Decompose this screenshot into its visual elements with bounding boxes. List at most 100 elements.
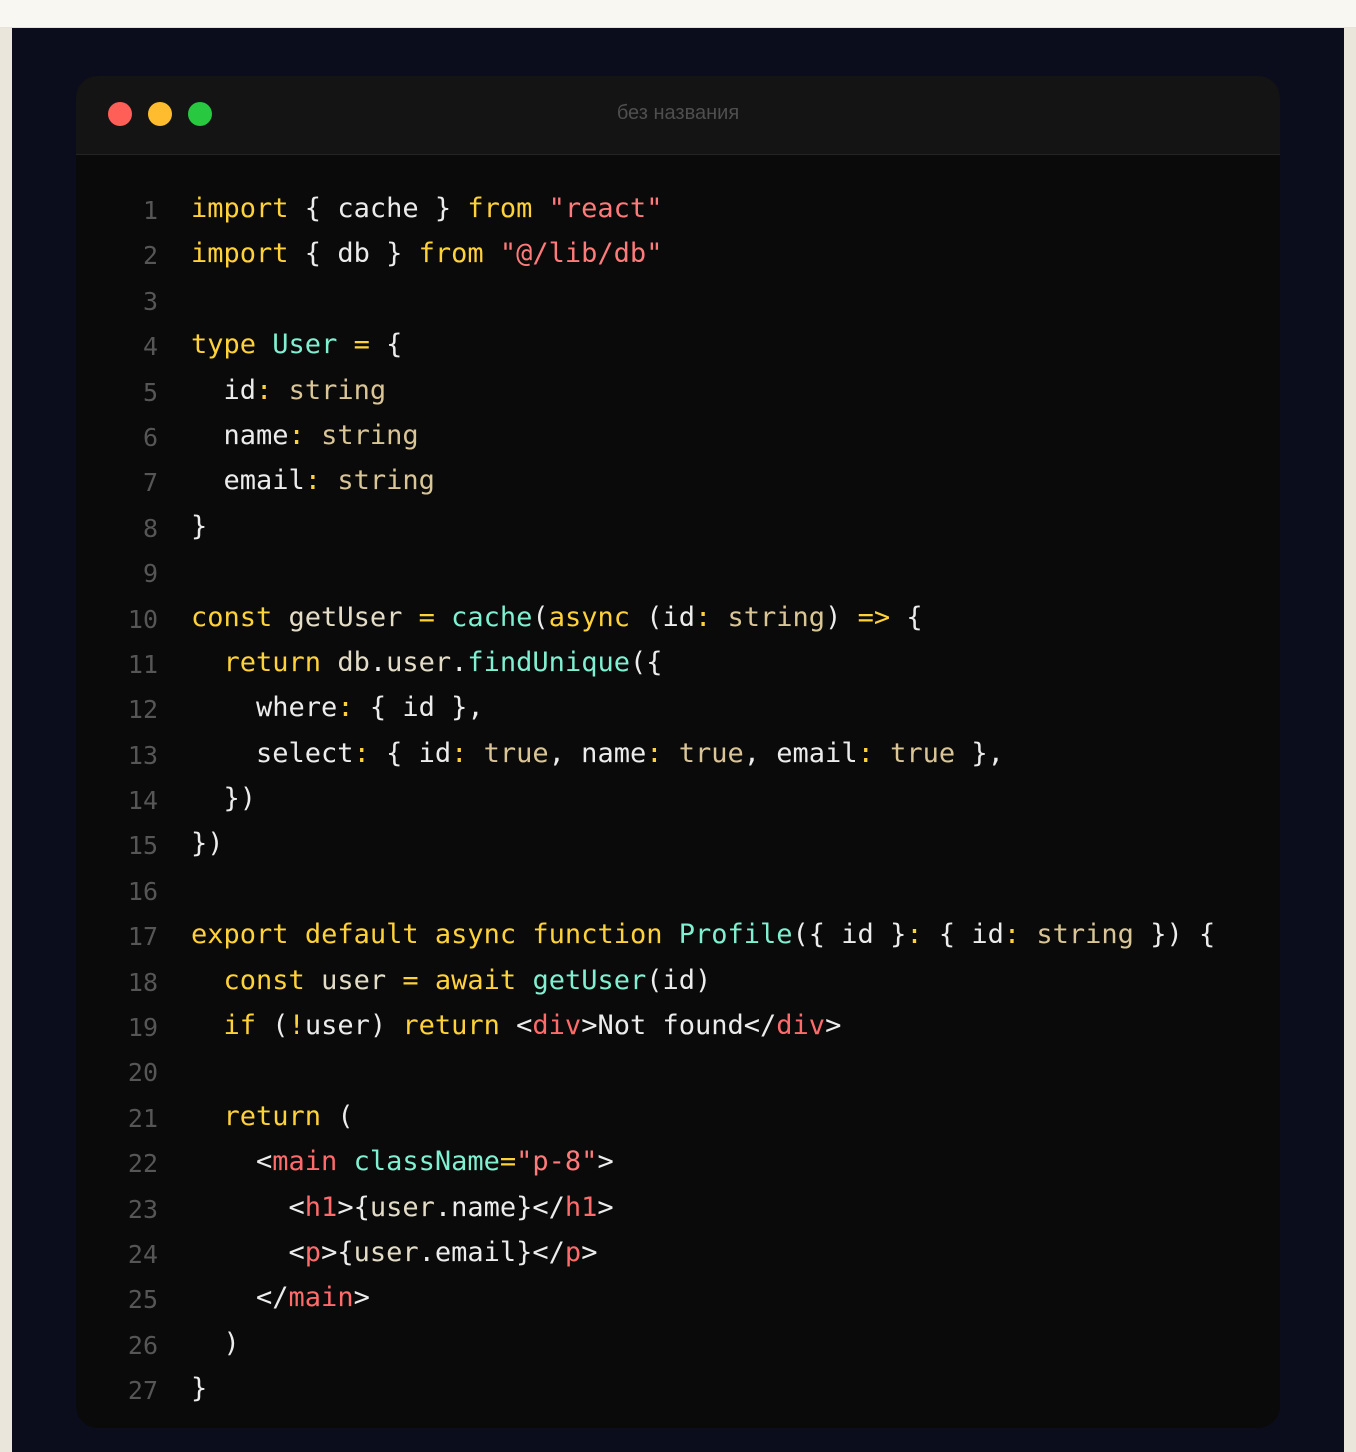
code-text: ) xyxy=(191,1328,240,1359)
code-token: getUser xyxy=(288,601,403,633)
code-line: 10 const getUser = cache(async (id: strin… xyxy=(76,597,1280,642)
line-number: 15 xyxy=(127,831,158,861)
code-token: "@/lib/db" xyxy=(499,238,663,270)
code-token: < xyxy=(191,1236,305,1268)
line-number: 20 xyxy=(127,1058,158,1088)
code-line: 24 <p>{user.email}</p> xyxy=(76,1232,1280,1277)
code-token: : xyxy=(857,737,874,769)
code-line: 15}) xyxy=(76,823,1280,868)
code-token: async xyxy=(548,601,630,633)
code-token: = xyxy=(418,601,435,633)
code-token: : xyxy=(288,419,305,451)
code-text: <p>{user.email}</p> xyxy=(191,1236,598,1268)
code-token: user xyxy=(321,964,387,996)
code-text: where: { id }, xyxy=(191,692,484,723)
code-text: id: string xyxy=(191,374,387,406)
code-line: 18 const user = await getUser(id) xyxy=(76,960,1280,1005)
code-line: 21 return ( xyxy=(76,1096,1280,1141)
code-token: h1 xyxy=(304,1191,338,1223)
code-line: 16 xyxy=(76,869,1280,914)
code-token: > xyxy=(581,1236,598,1268)
code-token: select xyxy=(191,737,354,769)
code-text: }) xyxy=(191,828,224,859)
code-token: ! xyxy=(288,1010,305,1042)
code-token: where xyxy=(191,692,338,724)
code-token: , email xyxy=(743,737,858,769)
code-token: main xyxy=(288,1282,354,1314)
code-token: = xyxy=(353,329,370,361)
code-token: getUser xyxy=(532,964,647,996)
code-token: < xyxy=(191,1146,273,1178)
code-token: (id xyxy=(629,601,695,633)
code-token: >{ xyxy=(337,1191,370,1223)
line-number: 18 xyxy=(127,967,158,997)
code-token: import xyxy=(191,238,289,270)
code-token: .email}</ xyxy=(418,1236,565,1268)
code-text: </main> xyxy=(191,1282,370,1313)
code-token: : xyxy=(256,374,273,406)
code-token: ( xyxy=(256,1010,289,1042)
code-line: 5 id: string xyxy=(76,370,1280,415)
code-text: const user = await getUser(id) xyxy=(191,964,712,996)
code-token: ) xyxy=(191,1327,240,1359)
code-token: async xyxy=(434,919,517,951)
code-token: default xyxy=(304,919,419,951)
code-token: => xyxy=(857,601,891,633)
code-line: 2 import { db } from "@/lib/db" xyxy=(76,233,1280,278)
code-window: без названия 1 import { cache } from "rea… xyxy=(76,76,1280,1428)
code-token: name xyxy=(191,419,289,451)
code-token: cache xyxy=(451,601,533,633)
code-token: await xyxy=(434,964,517,996)
code-editor[interactable]: 1 import { cache } from "react" 2 import { … xyxy=(76,188,1280,1414)
code-token: user) xyxy=(304,1010,403,1042)
code-token: string xyxy=(727,601,826,633)
code-token: > xyxy=(353,1282,370,1314)
line-number: 8 xyxy=(142,513,158,543)
code-token: string xyxy=(288,374,387,406)
code-token: : xyxy=(906,919,923,951)
code-token: return xyxy=(402,1010,500,1042)
code-line: 7 email: string xyxy=(76,460,1280,505)
line-number: 3 xyxy=(142,286,158,316)
line-number: 21 xyxy=(127,1103,158,1133)
top-bar xyxy=(0,0,1356,28)
code-token: if xyxy=(223,1010,257,1042)
line-number: 11 xyxy=(127,649,158,679)
code-text: return db.user.findUnique({ xyxy=(191,646,663,678)
code-line: 6 name: string xyxy=(76,415,1280,460)
code-line: 22 <main className="p-8"> xyxy=(76,1141,1280,1186)
code-text: <main className="p-8"> xyxy=(191,1146,614,1177)
code-token: p xyxy=(304,1236,322,1268)
code-token: = xyxy=(499,1146,517,1178)
code-token: < xyxy=(191,1191,305,1223)
code-token: User xyxy=(272,329,338,361)
code-token: findUnique xyxy=(467,646,630,678)
code-line: 4 type User = { xyxy=(76,324,1280,369)
code-token: (id) xyxy=(646,964,712,996)
code-token: type xyxy=(191,329,257,361)
code-token: div xyxy=(532,1010,582,1042)
code-text: return ( xyxy=(191,1101,354,1132)
code-token: ) xyxy=(825,601,858,633)
code-token: user xyxy=(386,646,452,678)
code-line: 12 where: { id }, xyxy=(76,687,1280,732)
code-token: main xyxy=(272,1146,338,1178)
code-token: > xyxy=(597,1146,614,1178)
line-number: 1 xyxy=(142,196,158,225)
code-token: return xyxy=(223,1100,322,1132)
code-token: { db } xyxy=(288,238,419,270)
code-line: 9 xyxy=(76,551,1280,596)
